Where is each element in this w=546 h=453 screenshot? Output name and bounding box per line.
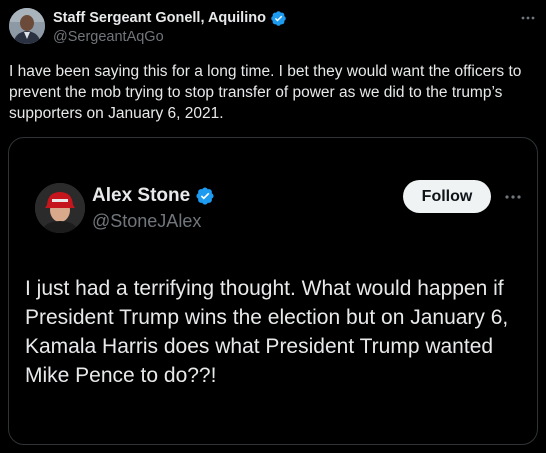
author-avatar[interactable] [9, 8, 45, 44]
follow-button[interactable]: Follow [403, 180, 491, 213]
post-text: I have been saying this for a long time.… [9, 63, 522, 122]
verified-badge-icon[interactable] [195, 186, 215, 206]
quoted-post-card[interactable]: Alex Stone @StoneJAlex Follow I just had… [8, 137, 538, 445]
author-name[interactable]: Staff Sergeant Gonell, Aquilino [53, 10, 266, 26]
author-handle[interactable]: @SergeantAqGo [53, 29, 164, 45]
verified-badge-icon[interactable] [270, 10, 287, 27]
quoted-post-text: I just had a terrifying thought. What wo… [25, 277, 509, 387]
quoted-author-avatar[interactable] [35, 183, 85, 233]
author-name-row: Staff Sergeant Gonell, Aquilino [53, 9, 287, 27]
more-options-icon[interactable] [520, 10, 536, 26]
quoted-author-name[interactable]: Alex Stone [92, 185, 190, 207]
quoted-author-handle[interactable]: @StoneJAlex [92, 211, 201, 232]
more-options-icon[interactable] [503, 189, 523, 205]
quoted-author-name-row: Alex Stone [92, 185, 215, 207]
